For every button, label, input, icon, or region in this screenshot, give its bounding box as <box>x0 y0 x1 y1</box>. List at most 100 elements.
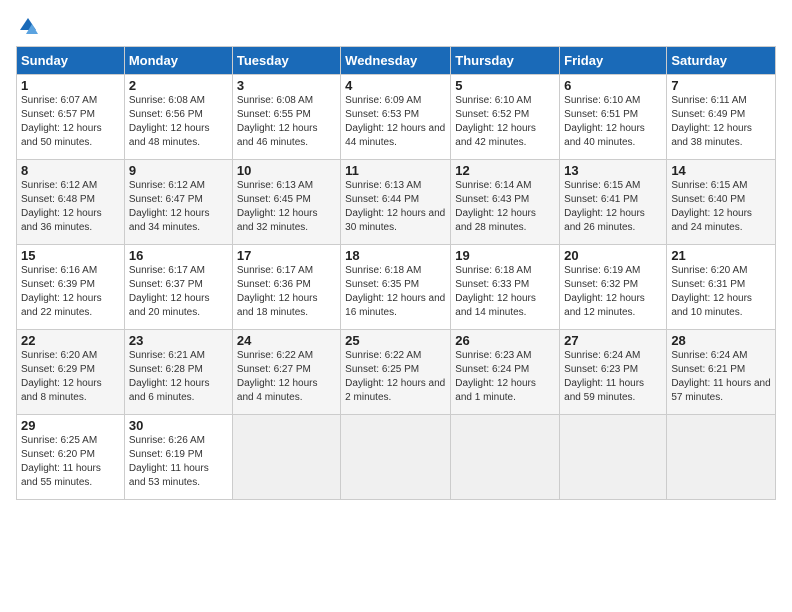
logo <box>16 16 38 36</box>
day-info: Sunrise: 6:23 AMSunset: 6:24 PMDaylight:… <box>455 350 536 403</box>
calendar-cell: 27 Sunrise: 6:24 AMSunset: 6:23 PMDaylig… <box>560 330 667 415</box>
calendar-cell <box>451 415 560 500</box>
day-info: Sunrise: 6:12 AMSunset: 6:48 PMDaylight:… <box>21 180 102 233</box>
calendar-cell: 28 Sunrise: 6:24 AMSunset: 6:21 PMDaylig… <box>667 330 776 415</box>
day-number: 28 <box>671 333 771 348</box>
calendar-cell: 5 Sunrise: 6:10 AMSunset: 6:52 PMDayligh… <box>451 75 560 160</box>
day-info: Sunrise: 6:24 AMSunset: 6:23 PMDaylight:… <box>564 350 644 403</box>
calendar-cell: 30 Sunrise: 6:26 AMSunset: 6:19 PMDaylig… <box>124 415 232 500</box>
day-info: Sunrise: 6:15 AMSunset: 6:41 PMDaylight:… <box>564 180 645 233</box>
page-header <box>16 16 776 36</box>
day-info: Sunrise: 6:15 AMSunset: 6:40 PMDaylight:… <box>671 180 752 233</box>
day-info: Sunrise: 6:13 AMSunset: 6:44 PMDaylight:… <box>345 180 445 233</box>
calendar-week-2: 8 Sunrise: 6:12 AMSunset: 6:48 PMDayligh… <box>17 160 776 245</box>
day-info: Sunrise: 6:10 AMSunset: 6:52 PMDaylight:… <box>455 95 536 148</box>
day-info: Sunrise: 6:13 AMSunset: 6:45 PMDaylight:… <box>237 180 318 233</box>
calendar-cell: 6 Sunrise: 6:10 AMSunset: 6:51 PMDayligh… <box>560 75 667 160</box>
calendar-cell: 19 Sunrise: 6:18 AMSunset: 6:33 PMDaylig… <box>451 245 560 330</box>
calendar-cell: 23 Sunrise: 6:21 AMSunset: 6:28 PMDaylig… <box>124 330 232 415</box>
day-number: 3 <box>237 78 336 93</box>
day-info: Sunrise: 6:20 AMSunset: 6:29 PMDaylight:… <box>21 350 102 403</box>
calendar-cell: 1 Sunrise: 6:07 AMSunset: 6:57 PMDayligh… <box>17 75 125 160</box>
calendar-cell: 18 Sunrise: 6:18 AMSunset: 6:35 PMDaylig… <box>341 245 451 330</box>
day-info: Sunrise: 6:20 AMSunset: 6:31 PMDaylight:… <box>671 265 752 318</box>
day-info: Sunrise: 6:18 AMSunset: 6:33 PMDaylight:… <box>455 265 536 318</box>
calendar-header-row: SundayMondayTuesdayWednesdayThursdayFrid… <box>17 47 776 75</box>
day-info: Sunrise: 6:24 AMSunset: 6:21 PMDaylight:… <box>671 350 770 403</box>
calendar-week-1: 1 Sunrise: 6:07 AMSunset: 6:57 PMDayligh… <box>17 75 776 160</box>
day-number: 5 <box>455 78 555 93</box>
day-number: 22 <box>21 333 120 348</box>
calendar-cell: 7 Sunrise: 6:11 AMSunset: 6:49 PMDayligh… <box>667 75 776 160</box>
day-info: Sunrise: 6:25 AMSunset: 6:20 PMDaylight:… <box>21 435 101 488</box>
day-info: Sunrise: 6:10 AMSunset: 6:51 PMDaylight:… <box>564 95 645 148</box>
calendar-cell <box>667 415 776 500</box>
day-number: 4 <box>345 78 446 93</box>
logo-icon <box>18 16 38 36</box>
day-number: 19 <box>455 248 555 263</box>
calendar-cell <box>232 415 340 500</box>
calendar-cell: 13 Sunrise: 6:15 AMSunset: 6:41 PMDaylig… <box>560 160 667 245</box>
day-info: Sunrise: 6:17 AMSunset: 6:36 PMDaylight:… <box>237 265 318 318</box>
calendar-cell: 3 Sunrise: 6:08 AMSunset: 6:55 PMDayligh… <box>232 75 340 160</box>
day-number: 17 <box>237 248 336 263</box>
day-number: 27 <box>564 333 662 348</box>
calendar-header-thursday: Thursday <box>451 47 560 75</box>
day-number: 1 <box>21 78 120 93</box>
day-number: 16 <box>129 248 228 263</box>
calendar-header-friday: Friday <box>560 47 667 75</box>
calendar-cell: 10 Sunrise: 6:13 AMSunset: 6:45 PMDaylig… <box>232 160 340 245</box>
calendar-header-tuesday: Tuesday <box>232 47 340 75</box>
calendar-cell: 9 Sunrise: 6:12 AMSunset: 6:47 PMDayligh… <box>124 160 232 245</box>
day-number: 18 <box>345 248 446 263</box>
day-number: 6 <box>564 78 662 93</box>
calendar-header-sunday: Sunday <box>17 47 125 75</box>
day-number: 7 <box>671 78 771 93</box>
day-number: 9 <box>129 163 228 178</box>
day-info: Sunrise: 6:26 AMSunset: 6:19 PMDaylight:… <box>129 435 209 488</box>
day-number: 15 <box>21 248 120 263</box>
calendar-cell <box>341 415 451 500</box>
day-number: 20 <box>564 248 662 263</box>
calendar-cell: 8 Sunrise: 6:12 AMSunset: 6:48 PMDayligh… <box>17 160 125 245</box>
calendar-table: SundayMondayTuesdayWednesdayThursdayFrid… <box>16 46 776 500</box>
day-number: 2 <box>129 78 228 93</box>
day-number: 26 <box>455 333 555 348</box>
calendar-week-5: 29 Sunrise: 6:25 AMSunset: 6:20 PMDaylig… <box>17 415 776 500</box>
day-info: Sunrise: 6:17 AMSunset: 6:37 PMDaylight:… <box>129 265 210 318</box>
day-info: Sunrise: 6:08 AMSunset: 6:56 PMDaylight:… <box>129 95 210 148</box>
day-info: Sunrise: 6:18 AMSunset: 6:35 PMDaylight:… <box>345 265 445 318</box>
calendar-cell: 12 Sunrise: 6:14 AMSunset: 6:43 PMDaylig… <box>451 160 560 245</box>
calendar-cell: 24 Sunrise: 6:22 AMSunset: 6:27 PMDaylig… <box>232 330 340 415</box>
day-number: 21 <box>671 248 771 263</box>
calendar-cell: 11 Sunrise: 6:13 AMSunset: 6:44 PMDaylig… <box>341 160 451 245</box>
calendar-cell: 4 Sunrise: 6:09 AMSunset: 6:53 PMDayligh… <box>341 75 451 160</box>
day-number: 30 <box>129 418 228 433</box>
day-info: Sunrise: 6:22 AMSunset: 6:25 PMDaylight:… <box>345 350 445 403</box>
calendar-header-saturday: Saturday <box>667 47 776 75</box>
day-number: 8 <box>21 163 120 178</box>
calendar-cell: 20 Sunrise: 6:19 AMSunset: 6:32 PMDaylig… <box>560 245 667 330</box>
day-number: 23 <box>129 333 228 348</box>
calendar-cell: 16 Sunrise: 6:17 AMSunset: 6:37 PMDaylig… <box>124 245 232 330</box>
day-info: Sunrise: 6:16 AMSunset: 6:39 PMDaylight:… <box>21 265 102 318</box>
day-info: Sunrise: 6:12 AMSunset: 6:47 PMDaylight:… <box>129 180 210 233</box>
calendar-cell: 22 Sunrise: 6:20 AMSunset: 6:29 PMDaylig… <box>17 330 125 415</box>
calendar-cell <box>560 415 667 500</box>
calendar-cell: 17 Sunrise: 6:17 AMSunset: 6:36 PMDaylig… <box>232 245 340 330</box>
calendar-header-monday: Monday <box>124 47 232 75</box>
calendar-cell: 26 Sunrise: 6:23 AMSunset: 6:24 PMDaylig… <box>451 330 560 415</box>
day-info: Sunrise: 6:11 AMSunset: 6:49 PMDaylight:… <box>671 95 752 148</box>
day-number: 10 <box>237 163 336 178</box>
day-number: 24 <box>237 333 336 348</box>
day-info: Sunrise: 6:19 AMSunset: 6:32 PMDaylight:… <box>564 265 645 318</box>
day-info: Sunrise: 6:21 AMSunset: 6:28 PMDaylight:… <box>129 350 210 403</box>
day-info: Sunrise: 6:14 AMSunset: 6:43 PMDaylight:… <box>455 180 536 233</box>
calendar-cell: 15 Sunrise: 6:16 AMSunset: 6:39 PMDaylig… <box>17 245 125 330</box>
day-number: 14 <box>671 163 771 178</box>
day-number: 12 <box>455 163 555 178</box>
page-container: SundayMondayTuesdayWednesdayThursdayFrid… <box>0 0 792 508</box>
calendar-cell: 2 Sunrise: 6:08 AMSunset: 6:56 PMDayligh… <box>124 75 232 160</box>
day-info: Sunrise: 6:07 AMSunset: 6:57 PMDaylight:… <box>21 95 102 148</box>
calendar-cell: 14 Sunrise: 6:15 AMSunset: 6:40 PMDaylig… <box>667 160 776 245</box>
